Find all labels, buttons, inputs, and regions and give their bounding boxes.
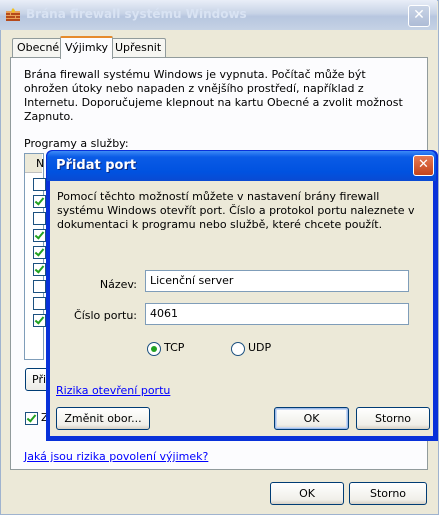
program-checkbox[interactable] — [33, 246, 46, 259]
program-checkbox[interactable] — [33, 263, 46, 276]
exceptions-risks-link[interactable]: Jaká jsou rizika povolení výjimek? — [24, 450, 208, 463]
name-input[interactable]: Licenční server — [145, 270, 409, 292]
tcp-label[interactable]: TCP — [164, 341, 184, 354]
notify-checkbox[interactable] — [25, 412, 38, 425]
udp-radio[interactable] — [231, 342, 245, 356]
program-checkbox[interactable] — [33, 212, 46, 225]
tab-exceptions[interactable]: Výjimky — [60, 36, 114, 59]
change-scope-button[interactable]: Změnit obor... — [56, 407, 150, 430]
program-checkbox[interactable] — [33, 314, 46, 327]
port-number-input[interactable]: 4061 — [145, 303, 409, 325]
name-label: Název: — [99, 278, 137, 291]
program-checkbox[interactable] — [33, 178, 46, 191]
outer-close-icon[interactable]: ✕ — [408, 5, 430, 27]
program-checkbox[interactable] — [33, 195, 46, 208]
program-checkbox[interactable] — [33, 280, 46, 293]
program-checkbox[interactable] — [33, 229, 46, 242]
dialog-description: Pomocí těchto možností můžete v nastaven… — [57, 190, 415, 231]
port-number-label: Číslo portu: — [74, 309, 137, 322]
tab-general[interactable]: Obecné — [12, 38, 65, 57]
dialog-ok-button[interactable]: OK — [274, 407, 349, 430]
firewall-off-info: Brána firewall systému Windows je vypnut… — [24, 68, 403, 123]
programs-label: Programy a služby: — [24, 137, 129, 150]
program-checkbox[interactable] — [33, 297, 46, 310]
dialog-close-icon[interactable]: ✕ — [413, 155, 434, 176]
dialog-cancel-button[interactable]: Storno — [356, 407, 430, 430]
outer-window-title: Brána firewall systému Windows — [26, 7, 247, 21]
list-header-label: N — [36, 157, 45, 170]
outer-ok-button[interactable]: OK — [270, 482, 344, 505]
port-risks-link[interactable]: Rizika otevření portu — [56, 384, 170, 397]
udp-label[interactable]: UDP — [248, 341, 271, 354]
dialog-title: Přidat port — [56, 158, 137, 173]
firewall-icon — [6, 8, 20, 21]
tcp-radio[interactable] — [147, 342, 161, 356]
tab-advanced[interactable]: Upřesnit — [110, 38, 167, 57]
outer-cancel-button[interactable]: Storno — [349, 482, 427, 505]
